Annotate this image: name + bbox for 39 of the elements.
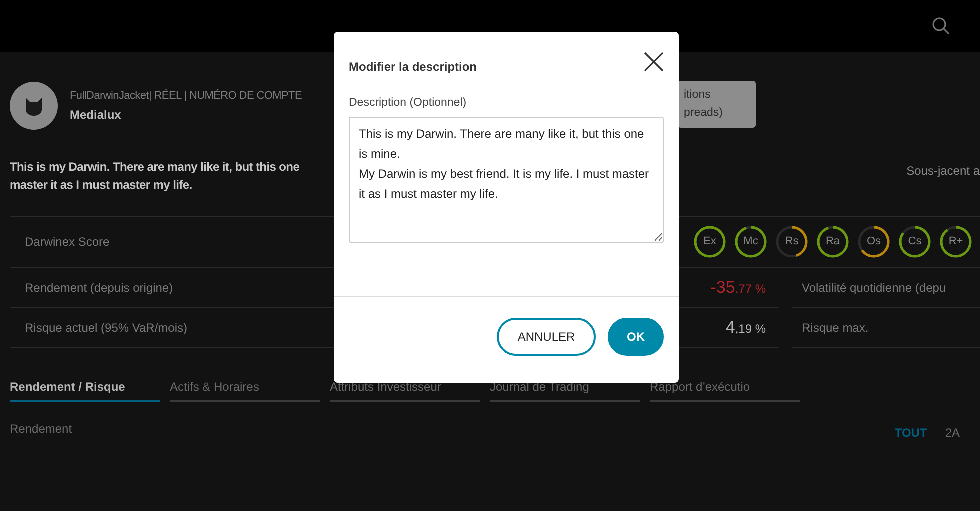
score-title: Darwinex Score [24, 235, 110, 249]
description-text: master it as I must master my life. [10, 178, 194, 192]
score-ring [817, 226, 849, 258]
account-info: FullDarwinJacket| RÉEL | NUMÉRO DE COMPTE [70, 90, 303, 102]
score-ring [694, 226, 726, 258]
conditions-button[interactable]: itions preads) [678, 80, 756, 128]
cancel-button[interactable]: ANNULER [497, 318, 596, 356]
search-icon[interactable] [932, 17, 950, 35]
ok-button[interactable]: OK [608, 318, 664, 356]
score-label: Rs [785, 236, 799, 248]
score-ring [735, 226, 767, 258]
tab[interactable]: Rendement / Risque [10, 380, 160, 402]
underlying-label: Sous-jacent a [906, 164, 980, 180]
description-text: This is my Darwin. There are many like it, but this one [10, 160, 300, 174]
metric-value: 4,19 % [726, 318, 766, 338]
score-label: R+ [948, 236, 964, 248]
score-ring [858, 226, 890, 258]
range-button[interactable]: TOUT [894, 426, 928, 440]
metric-label: Risque max. [801, 320, 869, 334]
score-label: Cs [908, 236, 922, 248]
score-label: Ra [826, 236, 840, 248]
metric-label: Risque actuel (95% VaR/mois) [24, 320, 188, 334]
dialog-title: Modifier la description [349, 60, 478, 74]
score-ring [776, 226, 808, 258]
score-ring [899, 226, 931, 258]
metric-label: Rendement (depuis origine) [24, 280, 174, 294]
description-field[interactable]: This is my Darwin. There are many like it, but this one is mine. My Darwin is my best friend. It is my life. I must master it as I must master my life. [349, 117, 664, 243]
metric-value: -35.77 % [710, 278, 766, 298]
score-label: Mc [744, 236, 758, 248]
range-button[interactable]: 2A [945, 426, 960, 440]
avatar [10, 82, 58, 130]
account-name: Medialux [70, 108, 122, 122]
tab[interactable]: Actifs & Horaires [170, 380, 320, 402]
score-ring [940, 226, 972, 258]
chart-title: Rendement [10, 422, 72, 436]
metric-label: Volatilité quotidienne (depu [801, 280, 946, 294]
field-label: Description (Optionnel) [348, 96, 468, 111]
score-label: Os [866, 236, 882, 248]
score-label: Ex [704, 236, 716, 248]
